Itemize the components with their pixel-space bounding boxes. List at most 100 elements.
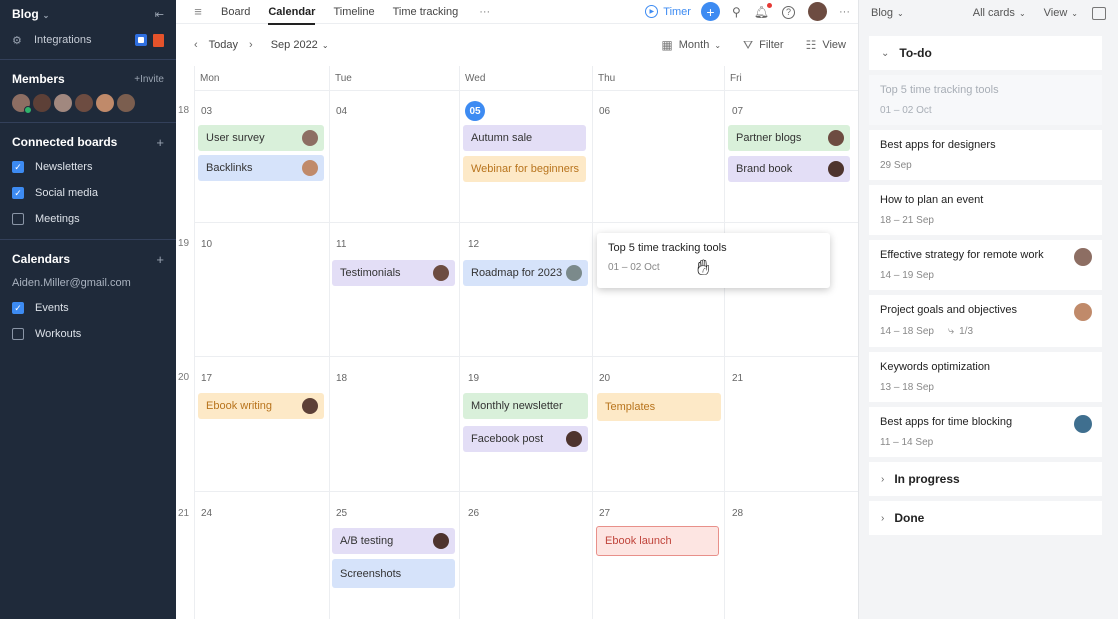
view-selector[interactable]: View ⌄ — [1044, 7, 1078, 19]
view-settings-button[interactable]: ☷ View — [806, 38, 846, 52]
group-done[interactable]: › Done — [869, 501, 1102, 535]
list-card[interactable]: Keywords optimization 13 – 18 Sep — [869, 352, 1102, 402]
event-title: Webinar for beginners — [471, 163, 580, 175]
board-item-meetings[interactable]: Meetings — [12, 206, 164, 232]
tab-calendar[interactable]: Calendar — [259, 0, 324, 25]
date-number: 11 — [336, 239, 347, 250]
group-in-progress[interactable]: › In progress — [869, 462, 1102, 496]
event-card-backlinks[interactable]: Backlinks — [198, 155, 324, 181]
chevron-down-icon: ⌄ — [42, 11, 50, 20]
avatar[interactable] — [54, 94, 72, 112]
checkbox[interactable]: ✓ — [12, 187, 24, 199]
grid-line — [329, 66, 330, 619]
filter-button[interactable]: ⛛ Filter — [743, 38, 784, 53]
day-header-mon: Mon — [200, 72, 220, 84]
today-date-number: 05 — [465, 101, 485, 121]
month-selector[interactable]: Sep 2022 ⌄ — [271, 39, 329, 51]
avatar[interactable] — [75, 94, 93, 112]
menu-icon[interactable]: ≡ — [184, 4, 212, 19]
integrations-row[interactable]: ⚙ Integrations — [0, 28, 176, 52]
date-number: 17 — [201, 373, 213, 384]
collapse-panel-icon[interactable] — [1092, 6, 1106, 20]
event-card-webinar[interactable]: Webinar for beginners — [463, 156, 586, 182]
event-title: A/B testing — [340, 535, 394, 547]
avatar[interactable] — [12, 94, 32, 114]
list-card[interactable]: Best apps for time blocking 11 – 14 Sep — [869, 407, 1102, 457]
dragged-card[interactable]: Top 5 time tracking tools 01 – 02 Oct ✋︎ — [597, 233, 830, 288]
checkbox[interactable] — [12, 328, 24, 340]
event-card-ebook-launch[interactable]: Ebook launch — [596, 526, 719, 556]
card-date: 13 – 18 Sep — [880, 382, 934, 393]
event-card-ab-testing[interactable]: A/B testing — [332, 528, 455, 554]
group-todo[interactable]: ⌄ To-do — [869, 36, 1102, 70]
board-switcher[interactable]: Blog ⌄ — [12, 7, 49, 21]
list-card[interactable]: Best apps for designers 29 Sep — [869, 130, 1102, 180]
all-cards-selector[interactable]: All cards ⌄ — [973, 7, 1026, 19]
collapse-sidebar-icon[interactable]: ⇤ — [155, 8, 164, 21]
add-button[interactable]: + — [700, 2, 720, 21]
grid-line — [194, 66, 195, 619]
board-item-social-media[interactable]: ✓ Social media — [12, 180, 164, 206]
add-board-icon[interactable]: + — [156, 135, 164, 150]
avatar[interactable] — [33, 94, 51, 112]
sidebar: Blog ⌄ ⇤ ⚙ Integrations Members +Invite C… — [0, 0, 176, 619]
event-card-ebook-writing[interactable]: Ebook writing — [198, 393, 324, 419]
tab-board[interactable]: Board — [212, 0, 259, 24]
month-label: Sep 2022 — [270, 39, 318, 51]
day-header-wed: Wed — [465, 72, 486, 84]
tab-timeline[interactable]: Timeline — [324, 0, 383, 24]
event-card-partner-blogs[interactable]: Partner blogs — [728, 125, 850, 151]
search-icon[interactable]: ⚲ — [732, 5, 741, 19]
list-card[interactable]: How to plan an event 18 – 21 Sep — [869, 185, 1102, 235]
chevron-right-icon: › — [881, 473, 885, 485]
event-card-screenshots[interactable]: Screenshots — [332, 559, 455, 588]
event-card-monthly-newsletter[interactable]: Monthly newsletter — [463, 393, 588, 419]
today-button[interactable]: Today — [209, 39, 238, 51]
checkbox[interactable]: ✓ — [12, 302, 24, 314]
date-number: 07 — [732, 106, 744, 117]
calendar-item-workouts[interactable]: Workouts — [12, 321, 164, 347]
event-card-brand-book[interactable]: Brand book — [728, 156, 850, 182]
view-mode-label: Month — [678, 39, 710, 51]
list-card[interactable]: Top 5 time tracking tools 01 – 02 Oct — [869, 75, 1102, 125]
list-card[interactable]: Effective strategy for remote work 14 – … — [869, 240, 1102, 290]
bell-icon[interactable]: 🔔︎ — [754, 2, 772, 19]
checkbox[interactable] — [12, 213, 24, 225]
event-card-testimonials[interactable]: Testimonials — [332, 260, 455, 286]
cards-panel-header: Blog ⌄ All cards ⌄ View ⌄ — [859, 0, 1118, 26]
google-calendar-icon[interactable] — [135, 34, 147, 46]
event-card-facebook-post[interactable]: Facebook post — [463, 426, 588, 452]
user-avatar[interactable] — [808, 2, 827, 21]
event-card-autumn-sale[interactable]: Autumn sale — [463, 125, 586, 151]
timer-button[interactable]: ▶ Timer — [645, 5, 691, 18]
event-title: Brand book — [736, 163, 793, 175]
avatar[interactable] — [96, 94, 114, 112]
view-mode-selector[interactable]: ▦ Month ⌄ — [661, 38, 721, 52]
event-card-templates[interactable]: Templates — [597, 393, 721, 421]
list-card[interactable]: Project goals and objectives 14 – 18 Sep… — [869, 295, 1102, 347]
calendar-item-events[interactable]: ✓ Events — [12, 295, 164, 321]
board-selector[interactable]: Blog ⌄ — [871, 7, 904, 19]
office-icon[interactable] — [153, 33, 164, 47]
divider — [0, 59, 176, 60]
more-tabs-button[interactable]: ··· — [467, 6, 502, 18]
subtasks-icon: ⤷ — [947, 325, 955, 337]
help-icon[interactable]: ? — [782, 5, 795, 19]
card-title: Effective strategy for remote work — [880, 249, 1044, 261]
event-card-roadmap[interactable]: Roadmap for 2023 — [463, 260, 588, 286]
card-title: Project goals and objectives — [880, 304, 1017, 316]
next-month-icon[interactable]: › — [249, 39, 253, 51]
play-icon: ▶ — [645, 5, 659, 18]
event-card-user-survey[interactable]: User survey — [198, 125, 324, 151]
more-options-icon[interactable]: ··· — [839, 6, 850, 18]
date-number: 20 — [599, 373, 611, 384]
board-label: Meetings — [35, 213, 80, 225]
tab-time-tracking[interactable]: Time tracking — [384, 0, 468, 24]
board-item-newsletters[interactable]: ✓ Newsletters — [12, 154, 164, 180]
prev-month-icon[interactable]: ‹ — [194, 39, 198, 51]
add-calendar-icon[interactable]: + — [156, 252, 164, 267]
checkbox[interactable]: ✓ — [12, 161, 24, 173]
invite-button[interactable]: +Invite — [134, 74, 164, 85]
avatar[interactable] — [117, 94, 135, 112]
chevron-down-icon: ⌄ — [321, 41, 329, 50]
